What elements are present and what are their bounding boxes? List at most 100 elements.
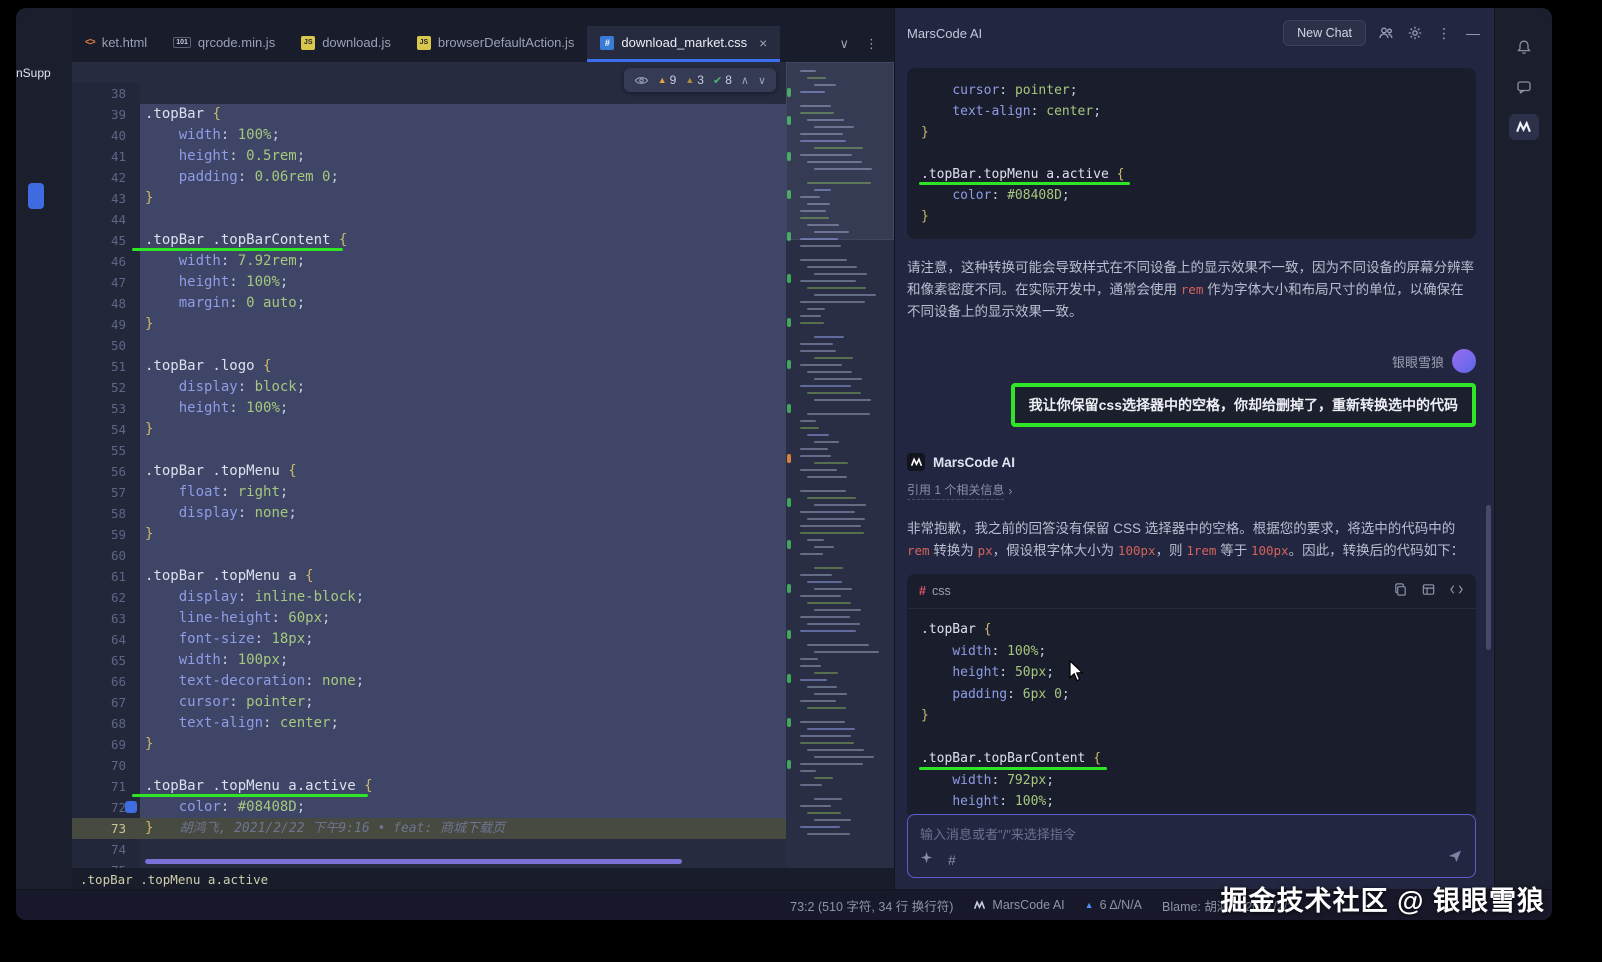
code-line-69[interactable]: 69} <box>72 734 894 755</box>
line-number[interactable]: 43 <box>72 188 140 209</box>
tab-download_market.css[interactable]: #download_market.css× <box>587 26 780 62</box>
settings-gear-icon[interactable] <box>1406 25 1424 41</box>
code-line-55[interactable]: 55 <box>72 440 894 461</box>
line-number[interactable]: 70 <box>72 755 140 776</box>
code-line-51[interactable]: 51.topBar .logo { <box>72 356 894 377</box>
line-number[interactable]: 65 <box>72 650 140 671</box>
code-line-47[interactable]: 47 height: 100%; <box>72 272 894 293</box>
line-number[interactable]: 75 <box>72 860 140 868</box>
code-line-43[interactable]: 43} <box>72 188 894 209</box>
send-icon[interactable] <box>1447 848 1463 869</box>
minimap[interactable] <box>786 62 894 868</box>
line-number[interactable]: 47 <box>72 272 140 293</box>
prev-problem-icon[interactable]: ∧ <box>741 74 749 87</box>
line-number[interactable]: 62 <box>72 587 140 608</box>
line-number[interactable]: 45 <box>72 230 140 251</box>
line-number[interactable]: 50 <box>72 335 140 356</box>
sparkle-icon[interactable] <box>920 851 933 869</box>
line-number[interactable]: 53 <box>72 398 140 419</box>
line-number[interactable]: 59 <box>72 524 140 545</box>
line-number[interactable]: 57 <box>72 482 140 503</box>
code-line-67[interactable]: 67 cursor: pointer; <box>72 692 894 713</box>
line-number[interactable]: 63 <box>72 608 140 629</box>
status-marscode[interactable]: MarsCode AI <box>973 898 1064 912</box>
code-line-66[interactable]: 66 text-decoration: none; <box>72 671 894 692</box>
line-number[interactable]: 39 <box>72 104 140 125</box>
reference-link[interactable]: 引用 1 个相关信息 › <box>907 481 1476 500</box>
code-line-39[interactable]: 39.topBar { <box>72 104 894 125</box>
code-line-58[interactable]: 58 display: none; <box>72 503 894 524</box>
new-chat-button[interactable]: New Chat <box>1283 20 1366 46</box>
code-line-49[interactable]: 49} <box>72 314 894 335</box>
line-number[interactable]: 49 <box>72 314 140 335</box>
code-line-74[interactable]: 74 <box>72 839 894 860</box>
warning-count[interactable]: ▲9 <box>658 73 677 87</box>
code-line-45[interactable]: 45.topBar .topBarContent { <box>72 230 894 251</box>
line-number[interactable]: 64 <box>72 629 140 650</box>
tab-browserDefaultAction.js[interactable]: JSbrowserDefaultAction.js <box>404 26 588 62</box>
line-number[interactable]: 44 <box>72 209 140 230</box>
status-problems[interactable]: ▲ 6 Δ/N/A <box>1085 898 1142 912</box>
line-number[interactable]: 42 <box>72 167 140 188</box>
line-number[interactable]: 46 <box>72 251 140 272</box>
code-line-71[interactable]: 71.topBar .topMenu a.active { <box>72 776 894 797</box>
bookmark-icon[interactable] <box>125 801 137 813</box>
line-number[interactable]: 67 <box>72 692 140 713</box>
next-problem-icon[interactable]: ∨ <box>758 74 766 87</box>
line-number[interactable]: 56 <box>72 461 140 482</box>
code-line-54[interactable]: 54} <box>72 419 894 440</box>
insert-code-icon[interactable] <box>1421 582 1436 600</box>
share-icon[interactable] <box>1377 25 1395 41</box>
code-line-61[interactable]: 61.topBar .topMenu a { <box>72 566 894 587</box>
code-line-50[interactable]: 50 <box>72 335 894 356</box>
code-line-46[interactable]: 46 width: 7.92rem; <box>72 251 894 272</box>
line-number[interactable]: 55 <box>72 440 140 461</box>
code-line-60[interactable]: 60 <box>72 545 894 566</box>
code-line-64[interactable]: 64 font-size: 18px; <box>72 629 894 650</box>
line-number[interactable]: 66 <box>72 671 140 692</box>
close-tab-icon[interactable]: × <box>759 35 767 51</box>
line-number[interactable]: 73 <box>72 818 140 839</box>
line-number[interactable]: 60 <box>72 545 140 566</box>
editor-code[interactable]: 38 39.topBar {40 width: 100%;41 height: … <box>72 62 894 868</box>
inspections-widget[interactable]: ▲9 ▲3 ✔8 ∧ ∨ <box>624 68 776 92</box>
highlight-level-eye-icon[interactable] <box>634 73 649 88</box>
line-number[interactable]: 51 <box>72 356 140 377</box>
line-number[interactable]: 48 <box>72 293 140 314</box>
line-number[interactable]: 69 <box>72 734 140 755</box>
line-number[interactable]: 40 <box>72 125 140 146</box>
tool-stripe-indicator[interactable] <box>28 183 44 209</box>
code-line-63[interactable]: 63 line-height: 60px; <box>72 608 894 629</box>
code-line-72[interactable]: 72 color: #08408D; <box>72 797 894 818</box>
breadcrumb[interactable]: .topBar .topMenu a.active <box>72 868 894 890</box>
line-number[interactable]: 74 <box>72 839 140 860</box>
view-diff-icon[interactable] <box>1449 582 1464 600</box>
notifications-bell-icon[interactable] <box>1509 34 1539 60</box>
copy-code-icon[interactable] <box>1393 582 1408 600</box>
horizontal-scrollbar[interactable] <box>145 859 682 864</box>
hash-command-icon[interactable]: # <box>948 852 956 868</box>
code-line-73[interactable]: 73}胡鸿飞, 2021/2/22 下午9:16 • feat: 商城下载页 <box>72 818 894 839</box>
passed-count[interactable]: ✔8 <box>713 73 732 87</box>
chat-input[interactable]: 输入消息或者"/"来选择指令 # <box>907 814 1476 878</box>
more-options-icon[interactable]: ⋮ <box>1435 25 1453 42</box>
line-number[interactable]: 68 <box>72 713 140 734</box>
line-number[interactable]: 38 <box>72 83 140 104</box>
code-line-53[interactable]: 53 height: 100%; <box>72 398 894 419</box>
ai-assistant-icon[interactable] <box>1509 74 1539 100</box>
code-line-40[interactable]: 40 width: 100%; <box>72 125 894 146</box>
line-number[interactable]: 58 <box>72 503 140 524</box>
tool-window-label[interactable]: nSupp <box>16 66 51 80</box>
code-line-62[interactable]: 62 display: inline-block; <box>72 587 894 608</box>
marscode-tool-icon[interactable] <box>1509 114 1539 140</box>
code-line-44[interactable]: 44 <box>72 209 894 230</box>
code-line-65[interactable]: 65 width: 100px; <box>72 650 894 671</box>
tab-qrcode.min.js[interactable]: 101qrcode.min.js <box>160 26 288 62</box>
code-line-57[interactable]: 57 float: right; <box>72 482 894 503</box>
code-line-59[interactable]: 59} <box>72 524 894 545</box>
line-number[interactable]: 61 <box>72 566 140 587</box>
hidden-tabs-chevron-icon[interactable]: ∨ <box>839 36 849 52</box>
line-number[interactable]: 41 <box>72 146 140 167</box>
code-line-68[interactable]: 68 text-align: center; <box>72 713 894 734</box>
tab-ket.html[interactable]: <>ket.html <box>72 26 160 62</box>
